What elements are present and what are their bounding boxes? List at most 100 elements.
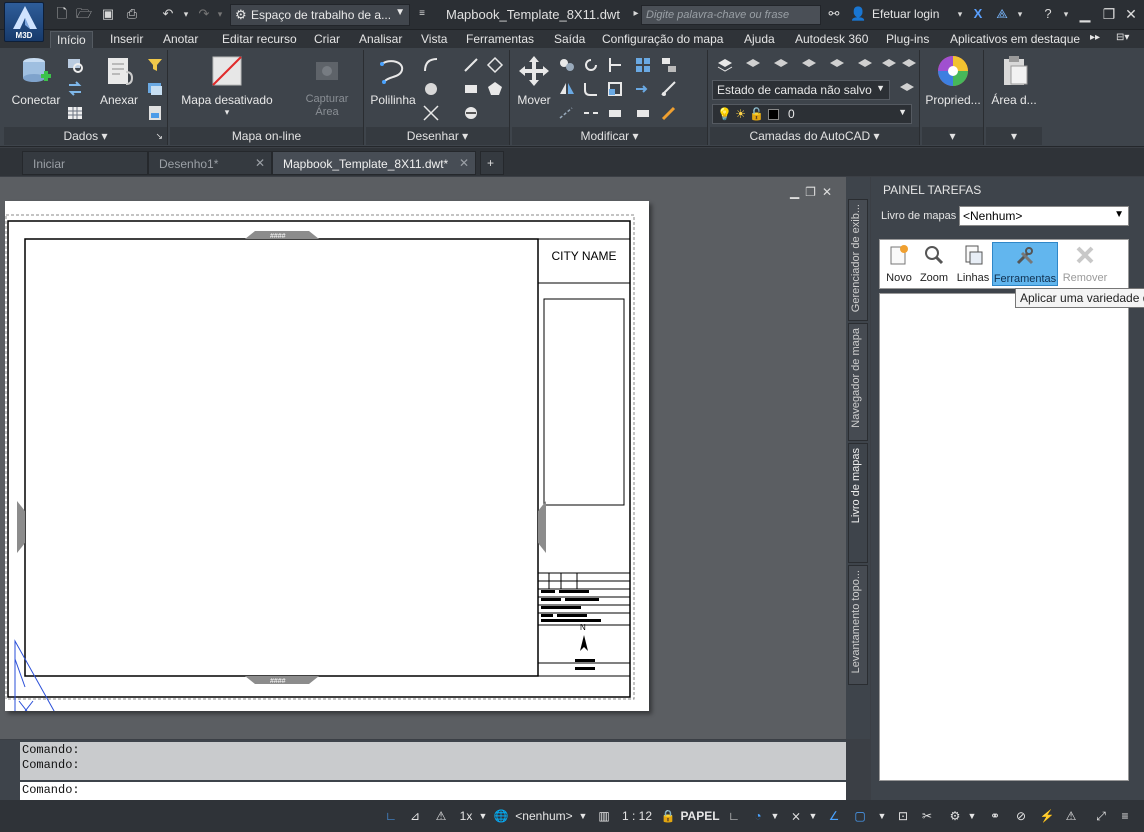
match-properties-icon[interactable] (660, 104, 678, 122)
redo-dropdown-icon[interactable]: ▾ (212, 6, 228, 22)
viewport-controls[interactable]: ▁❐✕ (790, 185, 838, 199)
undo-dropdown-icon[interactable]: ▾ (178, 6, 194, 22)
chevron-down-icon[interactable]: ▼ (967, 804, 977, 828)
group-label-area[interactable]: ▾ (986, 127, 1042, 145)
explode-icon[interactable] (660, 56, 678, 74)
chevron-down-icon[interactable]: ▼ (578, 804, 588, 828)
login-dropdown-icon[interactable]: ▾ (952, 6, 968, 22)
layer-walk-icon[interactable] (900, 56, 918, 74)
layer-lock-icon[interactable] (880, 56, 898, 74)
ribbon-minimize-icon[interactable]: ⊟▾ (1110, 31, 1135, 48)
clipboard-button[interactable]: Área d... (986, 54, 1042, 107)
layer-state-combo[interactable]: Estado de camada não salvo ▼ (712, 80, 890, 100)
data-transfer-icon[interactable] (66, 80, 84, 98)
lock-icon[interactable]: 🔒 (660, 804, 676, 828)
file-tab-mapbook-template[interactable]: Mapbook_Template_8X11.dwt* ✕ (272, 151, 476, 175)
new-file-icon[interactable]: 🗋 (54, 6, 70, 22)
mapbook-select[interactable]: <Nenhum> ▼ (959, 206, 1129, 226)
redo-icon[interactable]: ↷ (196, 6, 212, 22)
group-label-camadas[interactable]: Camadas do AutoCAD ▾ (710, 127, 919, 145)
hatch-icon[interactable] (462, 104, 480, 122)
stretch-icon[interactable] (660, 80, 678, 98)
fillet-icon[interactable] (582, 80, 600, 98)
join-icon[interactable] (606, 104, 624, 122)
tools-mapbook-button[interactable]: Ferramentas (992, 242, 1058, 286)
array-icon[interactable] (634, 56, 652, 74)
query-icon[interactable] (66, 56, 84, 74)
paper-space-toggle[interactable]: PAPEL (680, 804, 720, 828)
group-label-desenhar[interactable]: Desenhar ▾ (366, 127, 509, 145)
lines-mapbook-button[interactable]: Linhas (954, 242, 992, 286)
workspace-switch-icon[interactable]: ⚭ (985, 804, 1005, 828)
dynamic-ucs-icon[interactable]: ⊿ (404, 804, 426, 828)
isodraft-icon[interactable]: ⨯ (786, 804, 806, 828)
extend-icon[interactable] (558, 104, 576, 122)
properties-button[interactable]: Propried... (924, 54, 982, 107)
help-icon[interactable]: ? (1040, 6, 1056, 22)
new-mapbook-button[interactable]: Novo (882, 242, 916, 286)
new-tab-button[interactable]: + (480, 151, 504, 175)
file-tab-desenho1[interactable]: Desenho1* ✕ (148, 151, 272, 175)
notification-warning-icon[interactable]: ⚠ (1061, 804, 1081, 828)
save-icon[interactable]: ▣ (100, 6, 116, 22)
layer-match-icon[interactable] (744, 56, 762, 74)
mapbook-tree[interactable] (879, 293, 1129, 781)
data-connect-icon[interactable] (146, 104, 164, 122)
table-icon[interactable] (66, 104, 84, 122)
annotation-visibility-icon[interactable]: ⚠ (430, 804, 452, 828)
tab-analisar[interactable]: Analisar (353, 31, 408, 48)
drawing-canvas[interactable]: ▁❐✕ #### #### CITY NAME N (0, 177, 846, 739)
paper-sheet[interactable]: #### #### CITY NAME N (5, 201, 649, 728)
chamfer-icon[interactable] (634, 104, 652, 122)
zoom-mapbook-button[interactable]: Zoom (916, 242, 952, 286)
trim-icon[interactable] (606, 56, 624, 74)
construction-line-icon[interactable] (422, 104, 440, 122)
chevron-down-icon[interactable]: ▼ (770, 804, 780, 828)
circle-icon[interactable] (422, 80, 440, 98)
a360-icon[interactable]: ⟁ (994, 6, 1010, 22)
polar-tracking-icon[interactable]: ◔ (748, 804, 768, 828)
exchange-apps-icon[interactable]: X (970, 6, 986, 22)
map-off-button[interactable]: Mapa desativado ▾ (178, 54, 276, 118)
print-icon[interactable]: ⎙ (124, 6, 140, 22)
object-snap-tracking-icon[interactable]: ∠ (824, 804, 844, 828)
capture-area-button[interactable]: Capturar Área (294, 54, 360, 119)
tab-criar[interactable]: Criar (308, 31, 346, 48)
scale-icon[interactable] (606, 80, 624, 98)
close-icon[interactable]: ✕ (459, 156, 469, 170)
line-icon[interactable] (462, 56, 480, 74)
tab-vista[interactable]: Vista (415, 31, 453, 48)
polyline-button[interactable]: Polilinha (368, 54, 418, 107)
a360-dropdown-icon[interactable]: ▾ (1012, 6, 1028, 22)
tab-ajuda[interactable]: Ajuda (738, 31, 781, 48)
search-input[interactable]: Digite palavra-chave ou frase (641, 5, 821, 25)
coordinate-system[interactable]: <nenhum> (512, 804, 576, 828)
chevron-down-icon[interactable]: ▼ (478, 804, 488, 828)
wrench-icon[interactable]: ✂ (917, 804, 937, 828)
clean-screen-icon[interactable]: ⤢ (1091, 804, 1111, 828)
tab-configuracao-do-mapa[interactable]: Configuração do mapa (596, 31, 729, 48)
ribbon-overflow-icon[interactable]: ▸▸ (1084, 31, 1106, 48)
move-button[interactable]: Mover (512, 54, 556, 107)
mirror-icon[interactable] (558, 80, 576, 98)
tab-saida[interactable]: Saída (548, 31, 591, 48)
tab-inserir[interactable]: Inserir (104, 31, 149, 48)
tab-autodesk-360[interactable]: Autodesk 360 (789, 31, 874, 48)
layer-isolate-icon[interactable] (800, 56, 818, 74)
group-label-modificar[interactable]: Modificar ▾ (512, 127, 707, 145)
tab-gerenciador-de-exibicao[interactable]: Gerenciador de exib... (848, 199, 868, 321)
close-window-button[interactable]: ✕ (1118, 4, 1144, 24)
rotate-icon[interactable] (582, 56, 600, 74)
chevron-down-icon[interactable]: ▼ (877, 804, 887, 828)
offset-icon[interactable] (634, 80, 652, 98)
tab-inicio[interactable]: Início (50, 31, 93, 48)
isolate-objects-icon[interactable]: ⊘ (1011, 804, 1031, 828)
layer-states-manager-icon[interactable] (898, 80, 916, 98)
filter-icon[interactable] (146, 56, 164, 74)
layer-off-icon[interactable] (856, 56, 874, 74)
break-icon[interactable] (582, 104, 600, 122)
object-snap-icon[interactable]: ▢ (850, 804, 870, 828)
command-input[interactable]: Comando: (20, 782, 846, 800)
hardware-acceleration-icon[interactable]: ⚡ (1037, 804, 1057, 828)
close-icon[interactable]: ✕ (255, 156, 265, 170)
